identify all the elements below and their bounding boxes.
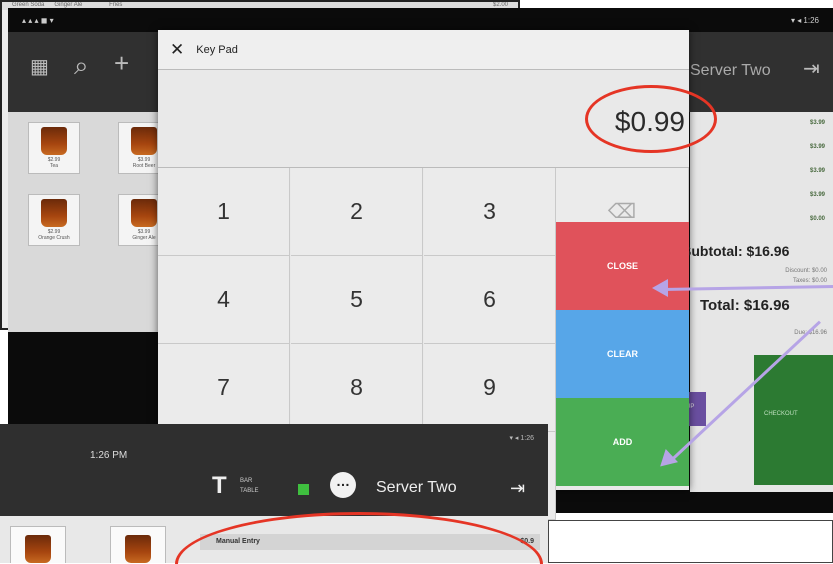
product-grid: $2.99 Tea $3.99 Root Beer $2.99 Orange Crus… xyxy=(8,112,170,332)
product-name: Orange Crush xyxy=(38,235,70,241)
product-tile[interactable]: $2.99 Orange Crush xyxy=(28,194,80,246)
inset-status: ▾ ◂ 1:26 xyxy=(509,435,534,442)
order-price: $3.99 xyxy=(809,192,825,198)
drink-glass-icon xyxy=(125,535,151,563)
product-name: Tea xyxy=(49,163,59,169)
order-price: $3.99 xyxy=(809,144,825,150)
inset-time: 1:26 PM xyxy=(90,450,128,461)
key-1[interactable]: 1 xyxy=(158,168,290,256)
status-right: ▾ ◂ 1:26 xyxy=(790,15,819,25)
status-left: ▴ ▴ ▴ ◼ ▾ xyxy=(22,15,54,25)
inset-top-bar: 1:26 PM ▾ ◂ 1:26 T BAR TABLE … Server Tw… xyxy=(0,424,548,516)
key-5[interactable]: 5 xyxy=(291,256,423,344)
product-tile[interactable] xyxy=(10,526,66,563)
order-price: $0.00 xyxy=(809,216,825,222)
discount-line: Discount: $0.00 xyxy=(785,268,827,274)
status-bar: ▴ ▴ ▴ ◼ ▾ ▾ ◂ 1:26 xyxy=(8,8,833,32)
table-top-label: BAR xyxy=(240,478,253,484)
order-price: $3.99 xyxy=(809,120,825,126)
key-8[interactable]: 8 xyxy=(291,344,423,432)
keypad-header: ✕ Key Pad xyxy=(158,30,689,70)
table-icon[interactable]: T xyxy=(212,472,227,500)
add-button[interactable]: ADD xyxy=(556,398,689,486)
grid-icon[interactable]: ▦ xyxy=(30,54,49,79)
drink-glass-icon xyxy=(131,127,157,155)
total-text: Total: $16.96 xyxy=(700,297,790,314)
drink-glass-icon xyxy=(131,199,157,227)
search-icon[interactable]: ⌕ xyxy=(74,50,89,82)
close-icon[interactable]: ✕ xyxy=(170,40,184,60)
key-2[interactable]: 2 xyxy=(291,168,423,256)
checkout-label: CHECKOUT xyxy=(764,411,798,417)
subtotal-text: Subtotal: $16.96 xyxy=(682,243,790,259)
close-button[interactable]: CLOSE xyxy=(556,222,689,310)
key-9[interactable]: 9 xyxy=(424,344,556,432)
amount-highlight-oval xyxy=(585,85,717,153)
add-icon[interactable]: + xyxy=(114,48,129,79)
key-6[interactable]: 6 xyxy=(424,256,556,344)
drink-glass-icon xyxy=(25,535,51,563)
status-square-icon xyxy=(298,484,309,495)
table-bottom-label: TABLE xyxy=(240,488,259,494)
order-price: $3.99 xyxy=(809,168,825,174)
keypad-title: Key Pad xyxy=(196,43,238,56)
checkout-button[interactable]: CHECKOUT xyxy=(754,355,833,485)
inset-logout-icon[interactable]: ⇥ xyxy=(510,478,525,499)
arrowhead-icon xyxy=(652,279,668,297)
server-name: Server Two xyxy=(690,62,771,79)
drink-glass-icon xyxy=(41,127,67,155)
drink-glass-icon xyxy=(41,199,67,227)
key-3[interactable]: 3 xyxy=(424,168,556,256)
logout-icon[interactable]: ⇥ xyxy=(803,56,820,81)
key-7[interactable]: 7 xyxy=(158,344,290,432)
taxes-line: Taxes: $0.00 xyxy=(792,278,827,284)
product-tile[interactable] xyxy=(110,526,166,563)
key-4[interactable]: 4 xyxy=(158,256,290,344)
inset-server-name: Server Two xyxy=(376,479,457,496)
more-icon[interactable]: … xyxy=(330,472,356,498)
blank-panel xyxy=(548,520,833,563)
product-tile[interactable]: $2.99 Tea xyxy=(28,122,80,174)
clear-button[interactable]: CLEAR xyxy=(556,310,689,398)
